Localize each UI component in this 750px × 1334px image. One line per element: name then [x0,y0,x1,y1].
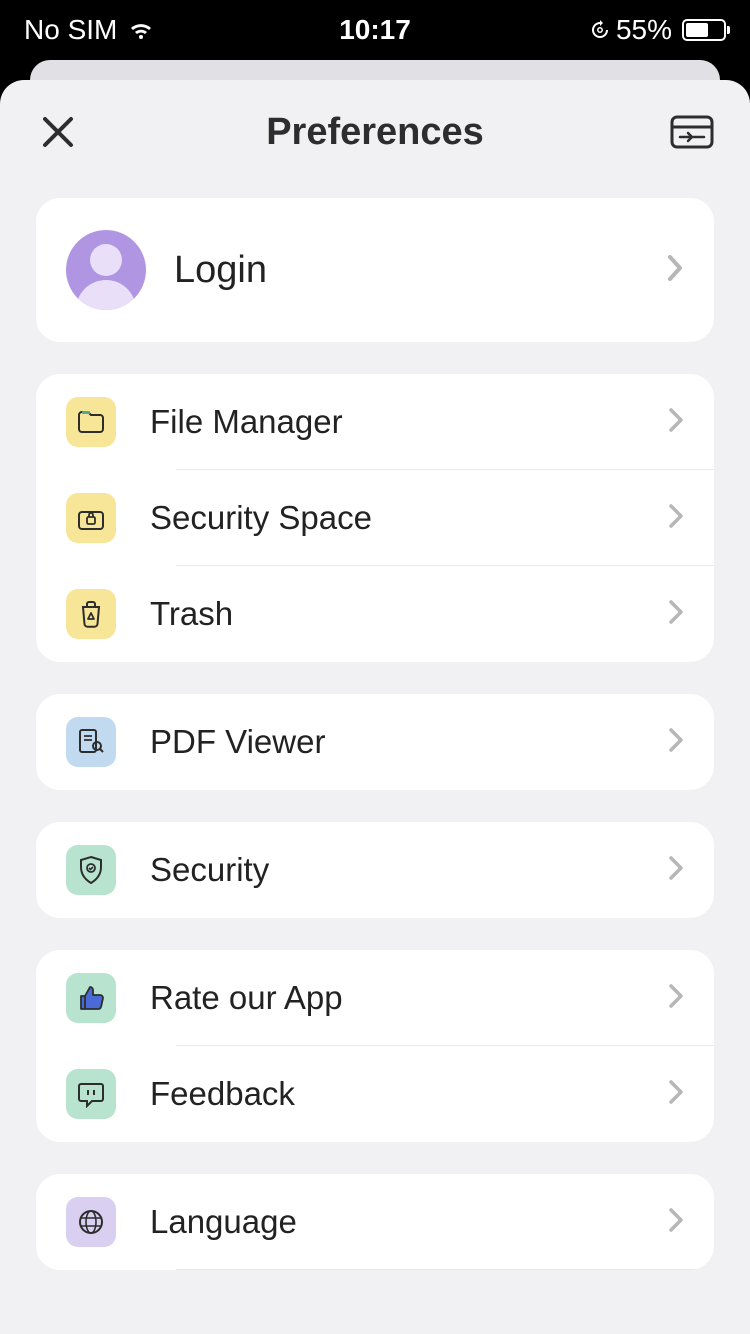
sheet-header: Preferences [0,80,750,174]
rate-app-label: Rate our App [150,979,668,1017]
security-space-row[interactable]: Security Space [36,470,714,566]
carrier-label: No SIM [24,14,117,46]
avatar-icon [66,230,146,310]
chevron-right-icon [666,253,684,288]
login-row[interactable]: Login [36,198,714,342]
storage-card: File Manager Security Space Trash [36,374,714,662]
chevron-right-icon [668,855,684,886]
security-label: Security [150,851,668,889]
thumbs-up-icon [66,973,116,1023]
feedback-card: Rate our App Feedback [36,950,714,1142]
orientation-lock-icon [590,20,610,40]
trash-label: Trash [150,595,668,633]
feedback-label: Feedback [150,1075,668,1113]
lock-folder-icon [66,493,116,543]
security-card: Security [36,822,714,918]
folder-icon [66,397,116,447]
trash-row[interactable]: Trash [36,566,714,662]
language-label: Language [150,1203,668,1241]
globe-icon [66,1197,116,1247]
chevron-right-icon [668,407,684,438]
card-shuffle-button[interactable] [668,108,716,156]
security-row[interactable]: Security [36,822,714,918]
file-manager-label: File Manager [150,403,668,441]
pdf-viewer-label: PDF Viewer [150,723,668,761]
battery-icon [682,19,726,41]
shield-check-icon [66,845,116,895]
battery-percent: 55% [616,14,672,46]
card-shuffle-icon [670,115,714,149]
language-card: Language [36,1174,714,1270]
chevron-right-icon [668,1079,684,1110]
security-space-label: Security Space [150,499,668,537]
preferences-sheet: Preferences Login File Manager [0,80,750,1334]
page-title: Preferences [82,111,668,154]
file-manager-row[interactable]: File Manager [36,374,714,470]
language-row[interactable]: Language [36,1174,714,1270]
chevron-right-icon [668,727,684,758]
chat-icon [66,1069,116,1119]
chevron-right-icon [668,983,684,1014]
login-card: Login [36,198,714,342]
document-search-icon [66,717,116,767]
rate-app-row[interactable]: Rate our App [36,950,714,1046]
pdf-viewer-row[interactable]: PDF Viewer [36,694,714,790]
trash-icon [66,589,116,639]
chevron-right-icon [668,503,684,534]
status-bar: No SIM 10:17 55% [0,0,750,60]
login-label: Login [174,249,666,292]
chevron-right-icon [668,599,684,630]
pdf-card: PDF Viewer [36,694,714,790]
wifi-icon [127,19,155,41]
close-icon [41,115,75,149]
clock: 10:17 [258,14,492,46]
chevron-right-icon [668,1207,684,1238]
close-button[interactable] [34,108,82,156]
content-scroll[interactable]: Login File Manager Security Space [0,174,750,1270]
feedback-row[interactable]: Feedback [36,1046,714,1142]
